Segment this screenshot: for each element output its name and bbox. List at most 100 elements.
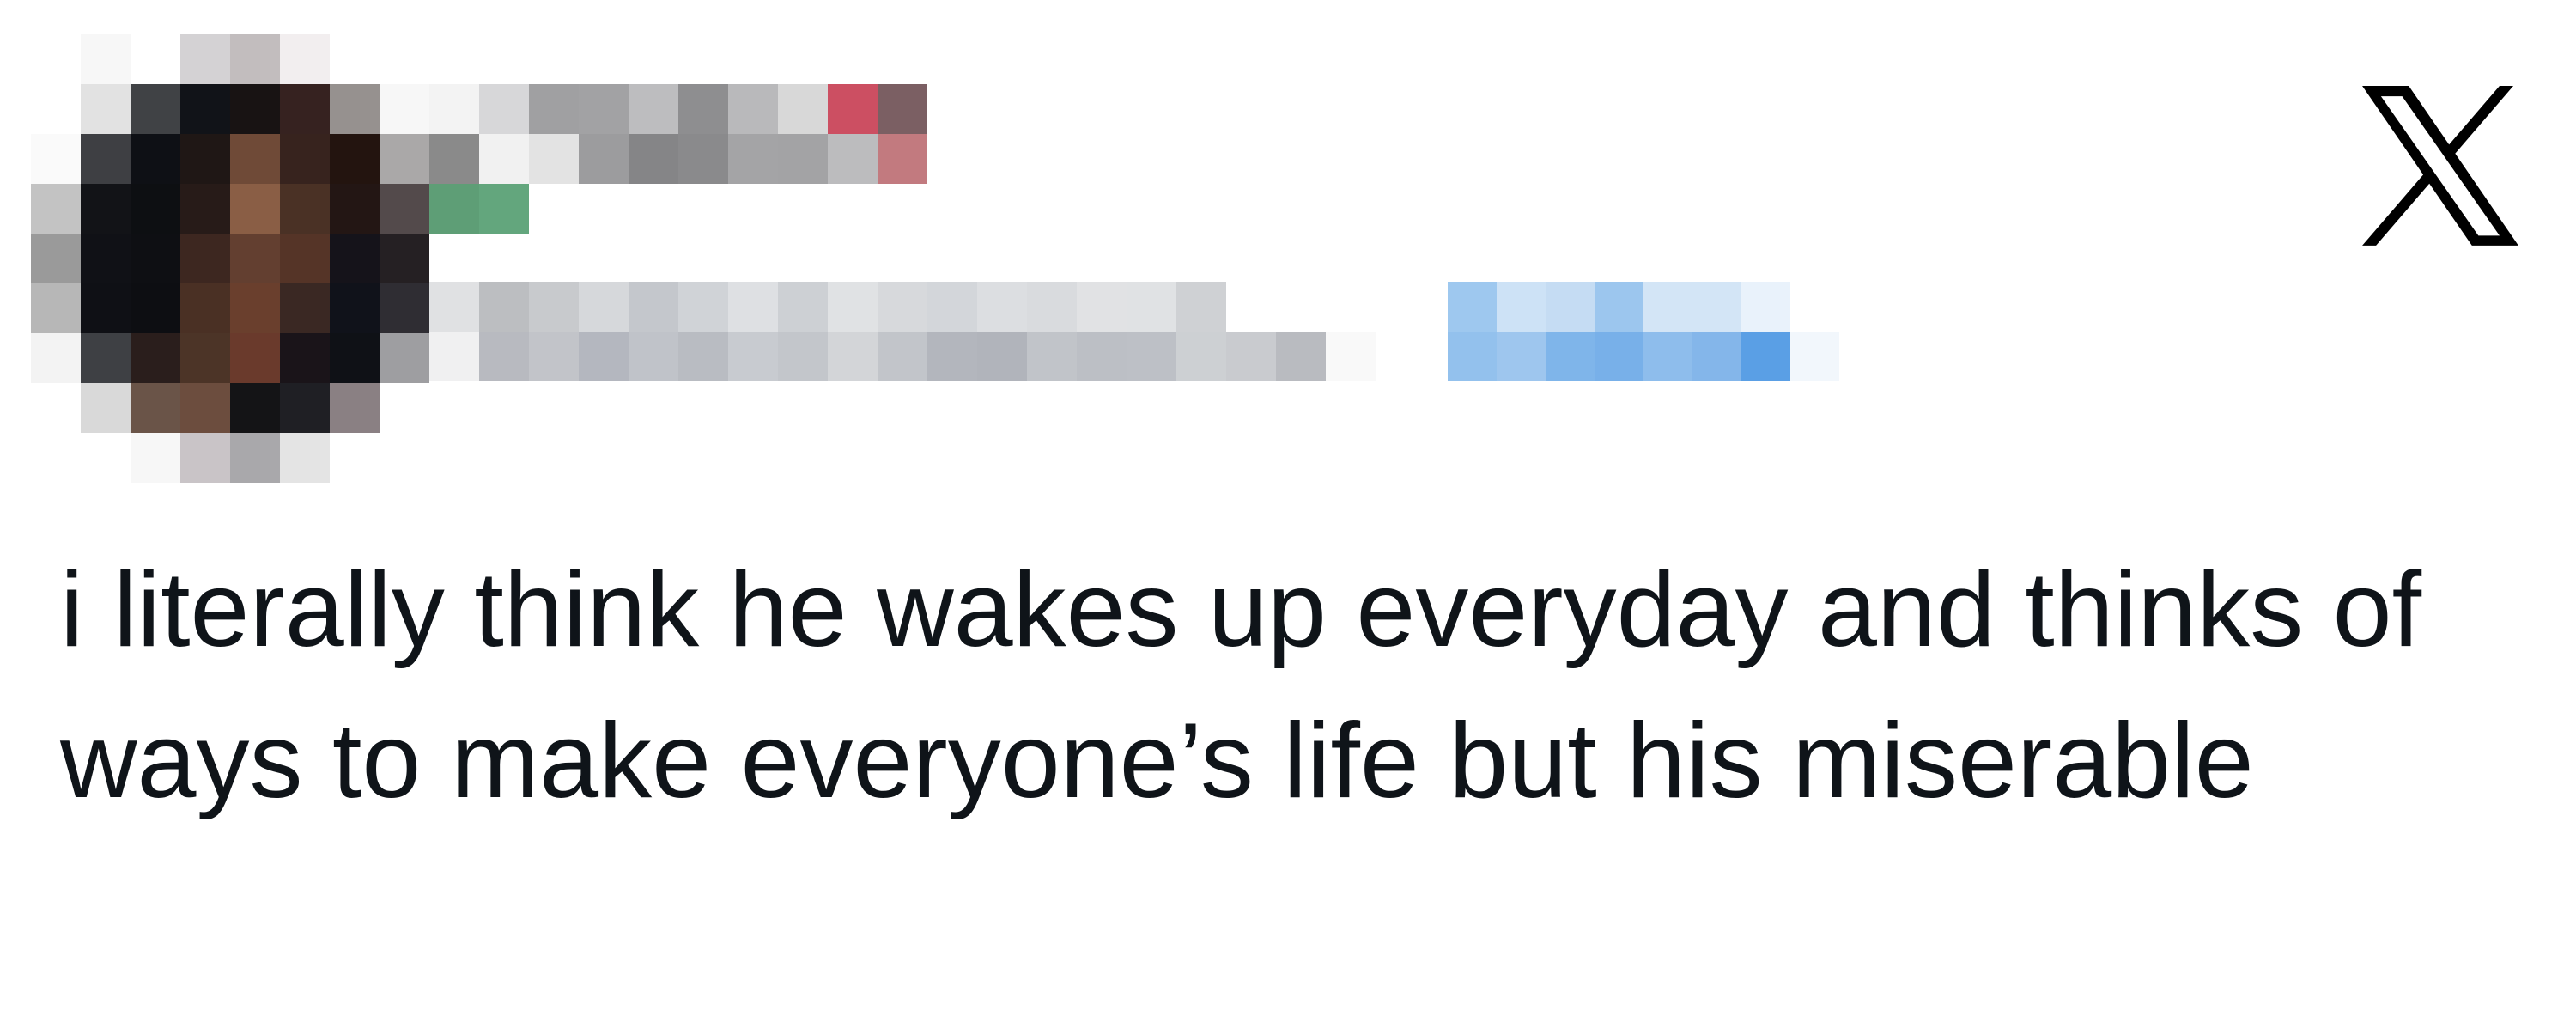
x-logo-icon <box>2356 86 2524 246</box>
avatar-pixel <box>330 84 380 134</box>
avatar-pixel <box>280 234 330 283</box>
handle-pixel <box>429 332 479 381</box>
date-pixel <box>1741 282 1790 332</box>
name-pixel <box>479 84 529 134</box>
handle-pixel <box>678 282 728 332</box>
handle-pixel <box>1176 332 1226 381</box>
date-pixel <box>1448 282 1497 332</box>
avatar-pixel <box>131 333 180 383</box>
avatar-pixel <box>81 84 131 134</box>
handle-pixel <box>579 332 629 381</box>
date-pixel <box>1643 282 1692 332</box>
avatar-pixel <box>230 34 280 84</box>
avatar-pixel <box>380 184 429 234</box>
date-pixel <box>1790 282 1839 332</box>
avatar-pixel <box>31 234 81 283</box>
avatar-pixel <box>380 34 429 84</box>
name-pixel <box>429 184 479 234</box>
avatar-pixel <box>180 383 230 433</box>
avatar-pixel <box>31 333 81 383</box>
date-pixel <box>1741 332 1790 381</box>
author-handle-redacted[interactable] <box>429 282 1376 381</box>
name-pixel <box>828 134 878 184</box>
date-pixel <box>1790 332 1839 381</box>
handle-pixel <box>1276 332 1326 381</box>
post-card: i literally think he wakes up everyday a… <box>0 0 2576 1029</box>
avatar-pixel <box>280 433 330 483</box>
name-pixel <box>778 134 828 184</box>
avatar-pixel <box>180 333 230 383</box>
avatar-pixel <box>330 34 380 84</box>
name-pixel <box>479 184 529 234</box>
avatar-pixel <box>131 383 180 433</box>
date-pixel <box>1692 332 1741 381</box>
avatar-pixel <box>31 383 81 433</box>
handle-pixel <box>728 282 778 332</box>
avatar-pixel <box>131 134 180 184</box>
handle-pixel <box>1176 282 1226 332</box>
handle-pixel <box>878 332 927 381</box>
avatar-pixel <box>330 383 380 433</box>
avatar-pixel <box>180 134 230 184</box>
avatar-pixel <box>131 283 180 333</box>
avatar-pixel <box>330 184 380 234</box>
avatar-pixel <box>131 184 180 234</box>
avatar-pixel <box>330 134 380 184</box>
name-pixel <box>579 84 629 134</box>
handle-pixel <box>479 282 529 332</box>
avatar[interactable] <box>31 34 429 483</box>
avatar-pixel <box>330 234 380 283</box>
author-name-redacted[interactable] <box>429 84 927 234</box>
avatar-pixel <box>180 84 230 134</box>
name-pixel <box>728 84 778 134</box>
handle-pixel <box>1077 282 1127 332</box>
avatar-pixel <box>380 333 429 383</box>
avatar-pixel <box>81 184 131 234</box>
avatar-pixel <box>280 134 330 184</box>
avatar-pixel <box>180 34 230 84</box>
avatar-pixel <box>230 134 280 184</box>
name-pixel <box>778 84 828 134</box>
handle-pixel <box>1127 282 1176 332</box>
handle-pixel <box>479 332 529 381</box>
avatar-pixel <box>230 383 280 433</box>
handle-pixel <box>529 332 579 381</box>
avatar-pixel <box>180 283 230 333</box>
handle-pixel <box>778 282 828 332</box>
avatar-pixel <box>31 283 81 333</box>
avatar-pixel <box>330 333 380 383</box>
avatar-pixel <box>280 383 330 433</box>
name-pixel <box>878 134 927 184</box>
name-pixel <box>479 134 529 184</box>
avatar-pixel <box>380 234 429 283</box>
avatar-pixel <box>31 134 81 184</box>
avatar-pixel <box>31 433 81 483</box>
avatar-pixel <box>280 34 330 84</box>
handle-pixel <box>828 332 878 381</box>
handle-pixel <box>529 282 579 332</box>
handle-pixel <box>629 332 678 381</box>
handle-pixel <box>1027 282 1077 332</box>
handle-pixel <box>1226 282 1276 332</box>
avatar-pixel <box>131 234 180 283</box>
avatar-pixel <box>131 34 180 84</box>
avatar-pixel <box>131 433 180 483</box>
handle-pixel <box>1326 282 1376 332</box>
handle-pixel <box>678 332 728 381</box>
name-pixel <box>579 134 629 184</box>
avatar-pixel <box>31 184 81 234</box>
avatar-pixel <box>330 283 380 333</box>
avatar-pixel <box>230 84 280 134</box>
handle-pixel <box>629 282 678 332</box>
name-pixel <box>429 84 479 134</box>
avatar-pixel <box>380 383 429 433</box>
handle-pixel <box>1226 332 1276 381</box>
avatar-pixel <box>230 283 280 333</box>
date-pixel <box>1546 282 1595 332</box>
date-pixel <box>1692 282 1741 332</box>
avatar-pixel <box>81 34 131 84</box>
avatar-pixel <box>81 283 131 333</box>
post-date-redacted[interactable] <box>1448 282 1839 381</box>
handle-pixel <box>778 332 828 381</box>
avatar-pixel <box>131 84 180 134</box>
